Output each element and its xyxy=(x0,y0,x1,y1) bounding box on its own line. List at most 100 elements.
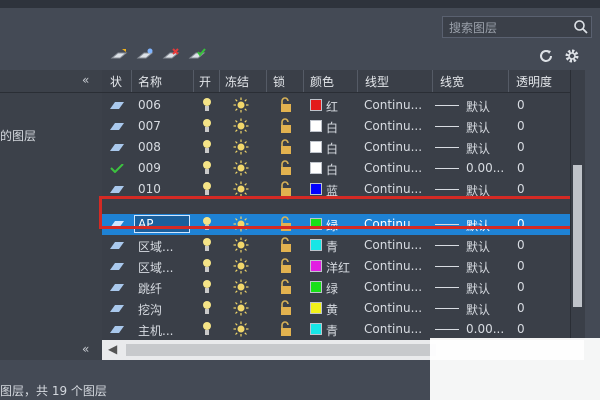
set-current-icon[interactable] xyxy=(188,48,206,64)
search-icon[interactable] xyxy=(573,19,589,35)
bulb-icon[interactable] xyxy=(202,118,212,134)
layer-name[interactable]: 009 xyxy=(138,161,161,175)
search-input[interactable]: 搜索图层 xyxy=(449,19,497,36)
layer-name[interactable]: 跳纤 xyxy=(138,280,162,297)
sun-icon[interactable] xyxy=(233,160,249,176)
header-linetype[interactable]: 线型 xyxy=(365,73,389,90)
color-swatch[interactable] xyxy=(310,302,322,314)
color-swatch[interactable] xyxy=(310,162,322,174)
layer-color[interactable]: 青 xyxy=(326,238,338,255)
layer-color[interactable]: 洋红 xyxy=(326,259,350,276)
bulb-icon[interactable] xyxy=(202,160,212,176)
header-lock[interactable]: 锁 xyxy=(273,73,285,90)
unlock-icon[interactable] xyxy=(279,160,293,176)
layer-transparency[interactable]: 0 xyxy=(517,238,525,252)
collapse-bottom-icon[interactable]: « xyxy=(82,342,89,356)
layer-color[interactable]: 红 xyxy=(326,98,338,115)
sun-icon[interactable] xyxy=(233,237,249,253)
unlock-icon[interactable] xyxy=(279,321,293,337)
layer-name[interactable]: 010 xyxy=(138,182,161,196)
layer-transparency[interactable]: 0 xyxy=(517,161,525,175)
bulb-icon[interactable] xyxy=(202,97,212,113)
sun-icon[interactable] xyxy=(233,118,249,134)
layer-lineweight[interactable]: 默认 xyxy=(466,119,490,136)
layer-transparency[interactable]: 0 xyxy=(517,140,525,154)
bulb-icon[interactable] xyxy=(202,300,212,316)
vertical-scrollbar[interactable] xyxy=(570,70,585,340)
scroll-left-icon[interactable]: ◀ xyxy=(108,342,117,356)
collapse-icon[interactable]: « xyxy=(82,73,89,87)
layer-linetype[interactable]: Continu... xyxy=(364,301,422,315)
delete-layer-icon[interactable] xyxy=(162,48,180,64)
layer-name[interactable]: 008 xyxy=(138,140,161,154)
unlock-icon[interactable] xyxy=(279,258,293,274)
header-name[interactable]: 名称 xyxy=(138,73,162,90)
layer-transparency[interactable]: 0 xyxy=(517,301,525,315)
horizontal-scroll-thumb[interactable] xyxy=(126,344,436,356)
layer-name[interactable]: 区域... xyxy=(138,238,173,255)
refresh-icon[interactable] xyxy=(537,48,555,64)
layer-linetype[interactable]: Continu... xyxy=(364,322,422,336)
color-swatch[interactable] xyxy=(310,141,322,153)
layer-row[interactable]: 006 红 Continu... 默认 0 xyxy=(102,95,570,116)
layer-linetype[interactable]: Continu... xyxy=(364,259,422,273)
layer-name[interactable]: 007 xyxy=(138,119,161,133)
vertical-scroll-thumb[interactable] xyxy=(573,165,582,307)
layer-linetype[interactable]: Continu... xyxy=(364,119,422,133)
layer-linetype[interactable]: Continu... xyxy=(364,161,422,175)
color-swatch[interactable] xyxy=(310,260,322,272)
layer-linetype[interactable]: Continu... xyxy=(364,98,422,112)
layer-name[interactable]: 主机... xyxy=(138,322,173,339)
new-layer-frozen-icon[interactable] xyxy=(136,48,154,64)
layer-lineweight[interactable]: 0.00... xyxy=(466,161,504,175)
settings-gear-icon[interactable] xyxy=(563,48,581,64)
layer-lineweight[interactable]: 默认 xyxy=(466,259,490,276)
header-on[interactable]: 开 xyxy=(199,73,211,90)
sun-icon[interactable] xyxy=(233,258,249,274)
layer-name[interactable]: 006 xyxy=(138,98,161,112)
header-color[interactable]: 颜色 xyxy=(310,73,334,90)
layer-lineweight[interactable]: 默认 xyxy=(466,98,490,115)
layer-row[interactable]: 007 白 Continu... 默认 0 xyxy=(102,116,570,137)
layer-row[interactable]: 区域... 洋红 Continu... 默认 0 xyxy=(102,256,570,277)
layer-row[interactable]: 跳纤 绿 Continu... 默认 0 xyxy=(102,277,570,298)
sun-icon[interactable] xyxy=(233,279,249,295)
layer-row[interactable]: 主机... 青 Continu... 0.00... 0 xyxy=(102,319,570,340)
layer-linetype[interactable]: Continu... xyxy=(364,182,422,196)
layer-transparency[interactable]: 0 xyxy=(517,322,525,336)
layer-lineweight[interactable]: 默认 xyxy=(466,238,490,255)
color-swatch[interactable] xyxy=(310,183,322,195)
filter-tree-item[interactable]: 的图层 xyxy=(0,127,36,144)
layer-row[interactable]: 挖沟 黄 Continu... 默认 0 xyxy=(102,298,570,319)
layer-lineweight[interactable]: 默认 xyxy=(466,280,490,297)
bulb-icon[interactable] xyxy=(202,181,212,197)
new-layer-icon[interactable] xyxy=(110,48,128,64)
bulb-icon[interactable] xyxy=(202,258,212,274)
bulb-icon[interactable] xyxy=(202,237,212,253)
color-swatch[interactable] xyxy=(310,99,322,111)
unlock-icon[interactable] xyxy=(279,97,293,113)
layer-row[interactable]: 区域... 青 Continu... 默认 0 xyxy=(102,235,570,256)
header-freeze[interactable]: 冻结 xyxy=(225,73,249,90)
header-lineweight[interactable]: 线宽 xyxy=(440,73,464,90)
layer-name[interactable]: 区域... xyxy=(138,259,173,276)
layer-transparency[interactable]: 0 xyxy=(517,182,525,196)
layer-color[interactable]: 白 xyxy=(326,140,338,157)
color-swatch[interactable] xyxy=(310,239,322,251)
sun-icon[interactable] xyxy=(233,321,249,337)
header-status[interactable]: 状 xyxy=(110,73,122,90)
layer-row[interactable]: 009 白 Continu... 0.00... 0 xyxy=(102,158,570,179)
layer-linetype[interactable]: Continu... xyxy=(364,238,422,252)
sun-icon[interactable] xyxy=(233,181,249,197)
layer-row[interactable]: 008 白 Continu... 默认 0 xyxy=(102,137,570,158)
layer-transparency[interactable]: 0 xyxy=(517,98,525,112)
layer-color[interactable]: 白 xyxy=(326,161,338,178)
layer-linetype[interactable]: Continu... xyxy=(364,140,422,154)
layer-color[interactable]: 黄 xyxy=(326,301,338,318)
layer-transparency[interactable]: 0 xyxy=(517,280,525,294)
sun-icon[interactable] xyxy=(233,97,249,113)
sun-icon[interactable] xyxy=(233,139,249,155)
layer-lineweight[interactable]: 0.00... xyxy=(466,322,504,336)
unlock-icon[interactable] xyxy=(279,237,293,253)
unlock-icon[interactable] xyxy=(279,181,293,197)
